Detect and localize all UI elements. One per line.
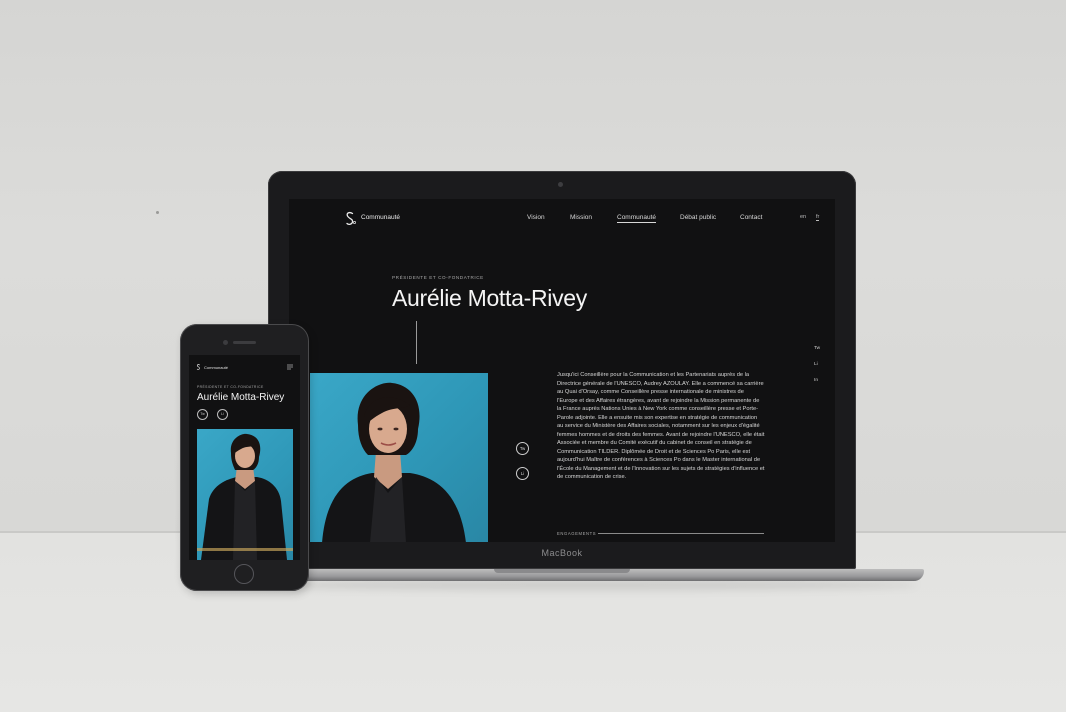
laptop-notch bbox=[494, 569, 630, 573]
linkedin-icon[interactable]: Li bbox=[217, 409, 228, 420]
product-mockup-scene: Communauté Vision Mission Communauté Déb… bbox=[0, 0, 1066, 712]
brand-name[interactable]: Communauté bbox=[361, 214, 400, 221]
portrait-photo bbox=[310, 373, 488, 542]
laptop-base bbox=[244, 569, 924, 581]
laptop-camera bbox=[558, 182, 563, 187]
nav-item-mission[interactable]: Mission bbox=[570, 214, 592, 221]
linkedin-icon[interactable]: Li bbox=[516, 467, 529, 480]
twitter-icon[interactable]: Tw bbox=[197, 409, 208, 420]
nav-item-communaute[interactable]: Communauté bbox=[617, 214, 657, 223]
portrait-photo bbox=[197, 429, 293, 560]
role-eyebrow: PRÉSIDENTE ET CO-FONDATRICE bbox=[197, 385, 264, 389]
side-twitter-link[interactable]: Tw bbox=[814, 346, 820, 351]
laptop-shadow bbox=[250, 580, 918, 590]
phone-home-button[interactable] bbox=[234, 564, 254, 584]
laptop-navbar: Communauté Vision Mission Communauté Déb… bbox=[289, 199, 835, 239]
laptop-brand-label: MacBook bbox=[541, 548, 583, 558]
laptop-chin: MacBook bbox=[289, 542, 835, 564]
wall-speck bbox=[156, 211, 159, 214]
brand-name[interactable]: Communauté bbox=[204, 365, 228, 370]
bio-paragraph: Jusqu'ici Conseillère pour la Communicat… bbox=[557, 372, 765, 480]
page-title: Aurélie Motta-Rivey bbox=[197, 392, 285, 403]
nav-item-vision[interactable]: Vision bbox=[527, 214, 545, 221]
logo-icon[interactable] bbox=[344, 211, 356, 226]
lang-fr-link[interactable]: fr bbox=[816, 214, 820, 221]
logo-icon[interactable] bbox=[196, 363, 201, 371]
portrait-illustration bbox=[322, 382, 466, 542]
phone-screen: Communauté PRÉSIDENTE ET CO-FONDATRICE A… bbox=[189, 355, 300, 560]
laptop: Communauté Vision Mission Communauté Déb… bbox=[268, 171, 856, 569]
lang-en-link[interactable]: en bbox=[800, 214, 806, 220]
hamburger-menu-icon[interactable] bbox=[287, 364, 293, 370]
twitter-icon[interactable]: Tw bbox=[516, 442, 529, 455]
phone: Communauté PRÉSIDENTE ET CO-FONDATRICE A… bbox=[180, 324, 309, 591]
side-instagram-link[interactable]: In bbox=[814, 378, 818, 383]
nav-item-debat-public[interactable]: Débat public bbox=[680, 214, 716, 221]
section-label-engagements: ENGAGEMENTS bbox=[557, 531, 597, 536]
phone-speaker bbox=[233, 341, 256, 344]
laptop-screen: Communauté Vision Mission Communauté Déb… bbox=[289, 199, 835, 542]
side-linkedin-link[interactable]: Li bbox=[814, 362, 818, 367]
role-eyebrow: PRÉSIDENTE ET CO-FONDATRICE bbox=[392, 275, 484, 280]
nav-item-contact[interactable]: Contact bbox=[740, 214, 762, 221]
portrait-illustration bbox=[197, 433, 293, 560]
section-divider bbox=[598, 533, 764, 534]
phone-camera bbox=[223, 340, 228, 345]
decorative-divider bbox=[416, 321, 417, 364]
page-title: Aurélie Motta-Rivey bbox=[392, 285, 587, 311]
